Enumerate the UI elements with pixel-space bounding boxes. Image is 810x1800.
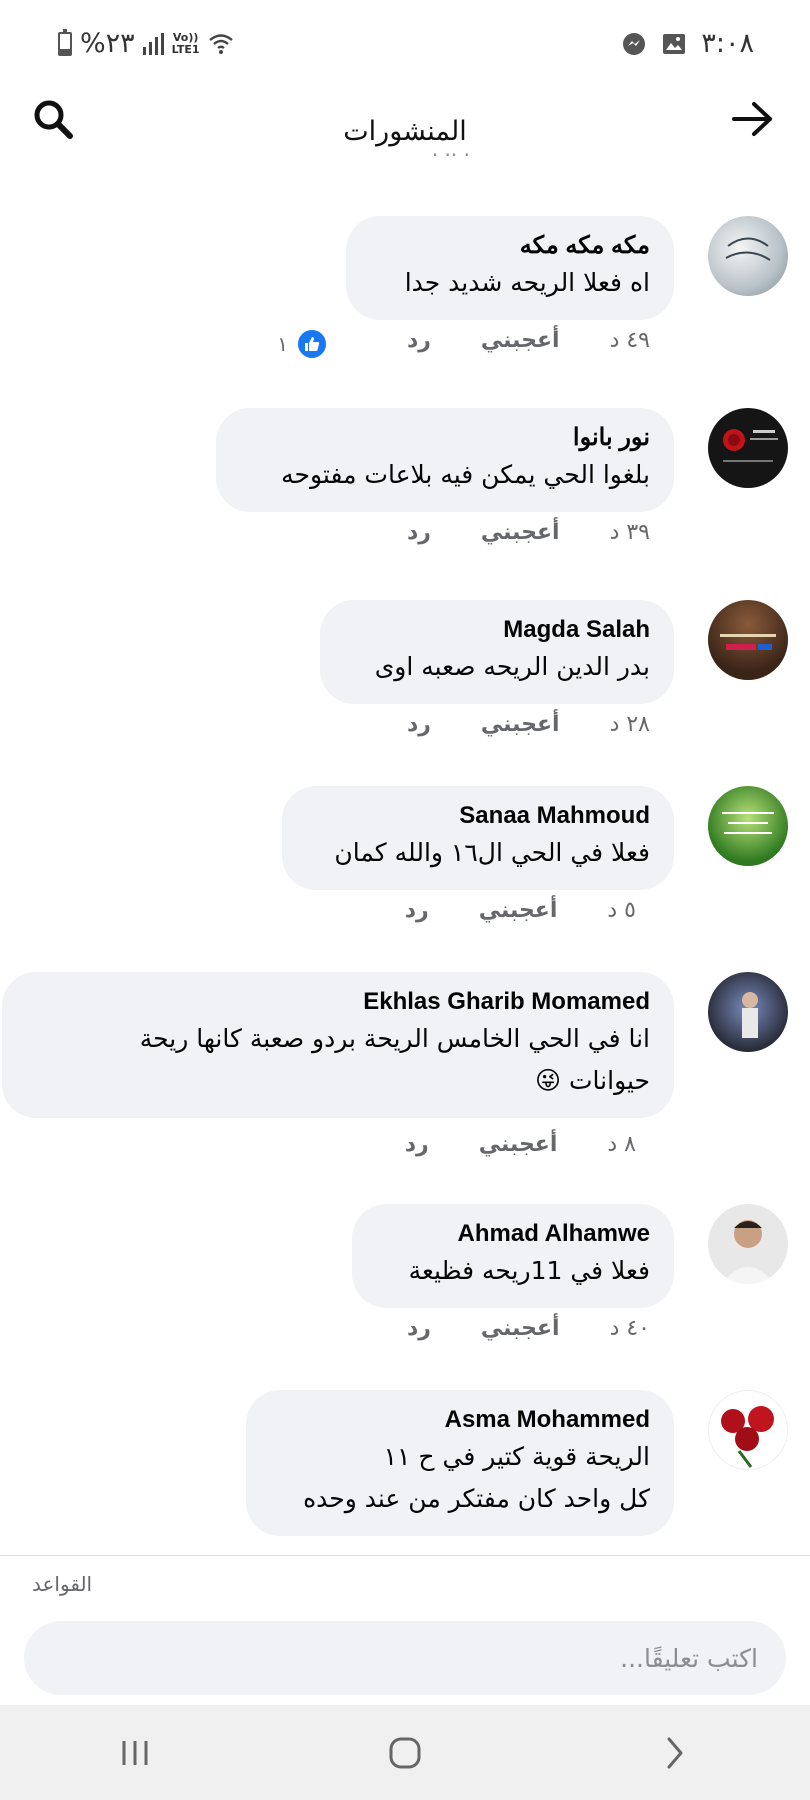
page-title: المنشورات — [343, 115, 467, 147]
comment: مكه مكه مكه اه فعلا الريحه شديد جدا ٤٩ د… — [0, 216, 788, 360]
comment-text: فعلا في الحي ال١٦ والله كمان — [334, 838, 650, 867]
reply-button[interactable]: رد — [407, 712, 431, 737]
comment-actions: ٢٨ د أعجبني رد — [407, 712, 650, 737]
avatar[interactable] — [708, 1204, 788, 1284]
lte-label: LTE1 — [171, 42, 200, 56]
back-chevron-icon[interactable] — [645, 1723, 705, 1783]
comment-bubble[interactable]: مكه مكه مكه اه فعلا الريحه شديد جدا — [346, 216, 674, 320]
comment-author[interactable]: Ahmad Alhamwe — [376, 1218, 650, 1250]
reply-button[interactable]: رد — [407, 520, 431, 545]
comment-author[interactable]: Asma Mohammed — [270, 1404, 650, 1436]
avatar[interactable] — [708, 786, 788, 866]
status-right: ٣:٠٨ — [621, 28, 754, 59]
comment-bubble[interactable]: Sanaa Mahmoud فعلا في الحي ال١٦ والله كم… — [282, 786, 674, 890]
reply-button[interactable]: رد — [407, 328, 431, 353]
volte-label: Vo)) — [172, 30, 199, 44]
comment-time: ٥ د — [607, 898, 636, 923]
arrow-right-icon[interactable] — [730, 96, 776, 142]
comment-actions: ٥ د أعجبني رد — [405, 898, 636, 923]
avatar[interactable] — [708, 600, 788, 680]
comment-bubble[interactable]: Ekhlas Gharib Momamed انا في الحي الخامس… — [2, 972, 674, 1118]
battery-icon — [58, 28, 72, 56]
comment-actions: ٤٩ د أعجبني رد — [407, 328, 650, 353]
recent-apps-icon[interactable] — [105, 1723, 165, 1783]
comment-input[interactable] — [24, 1621, 786, 1695]
comment: Sanaa Mahmoud فعلا في الحي ال١٦ والله كم… — [0, 786, 788, 926]
status-bar: %٢٣ Vo)) LTE1 ٣:٠٨ — [0, 0, 810, 88]
reply-button[interactable]: رد — [405, 898, 429, 923]
comment-time: ٢٨ د — [609, 712, 650, 737]
comment-composer: القواعد — [0, 1555, 810, 1705]
status-left: %٢٣ Vo)) LTE1 — [58, 28, 234, 59]
like-button[interactable]: أعجبني — [479, 1132, 558, 1157]
comment: Asma Mohammed الريحة قوية كتير في ح ١١ ك… — [0, 1390, 788, 1555]
clock: ٣:٠٨ — [701, 28, 754, 59]
comment-actions: ٤٠ د أعجبني رد — [407, 1316, 650, 1341]
avatar[interactable] — [708, 1390, 788, 1470]
thumbs-up-icon — [296, 328, 328, 360]
comment: Magda Salah بدر الدين الريحه صعبه اوى ٢٨… — [0, 600, 788, 740]
comment-bubble[interactable]: Ahmad Alhamwe فعلا في 11ريحه فظيعة — [352, 1204, 674, 1308]
reply-button[interactable]: رد — [405, 1132, 429, 1157]
comment-text: كل واحد كان مفتكر من عند وحده — [303, 1484, 650, 1513]
comment-time: ٨ د — [607, 1132, 636, 1157]
avatar[interactable] — [708, 972, 788, 1052]
comment-text: بلغوا الحي يمكن فيه بلاعات مفتوحه — [281, 460, 650, 489]
signal-icon — [142, 32, 164, 55]
comment-author[interactable]: مكه مكه مكه — [370, 230, 650, 262]
reaction-summary[interactable]: ١ — [277, 328, 328, 360]
wifi-icon — [208, 33, 233, 54]
comment-text: انا في الحي الخامس الريحة بردو صعبة كانه… — [139, 1024, 650, 1053]
comments-list: · ·· · مكه مكه مكه اه فعلا الريحه شديد ج… — [0, 150, 810, 1555]
messenger-icon — [623, 32, 646, 55]
comment-text: اه فعلا الريحه شديد جدا — [404, 268, 650, 297]
comment-author[interactable]: Magda Salah — [344, 614, 650, 646]
comment-text: حيوانات 😜 — [535, 1066, 650, 1095]
comment-author[interactable]: Sanaa Mahmoud — [306, 800, 650, 832]
avatar[interactable] — [708, 216, 788, 296]
rules-link[interactable]: القواعد — [32, 1572, 92, 1596]
gallery-icon — [663, 33, 686, 54]
like-button[interactable]: أعجبني — [481, 328, 560, 353]
like-button[interactable]: أعجبني — [481, 712, 560, 737]
comment-actions: ٨ د أعجبني رد — [405, 1132, 636, 1157]
comment: Ekhlas Gharib Momamed انا في الحي الخامس… — [0, 972, 788, 1162]
home-icon[interactable] — [375, 1723, 435, 1783]
comment-text: الريحة قوية كتير في ح ١١ — [383, 1442, 650, 1471]
comment-bubble[interactable]: Asma Mohammed الريحة قوية كتير في ح ١١ ك… — [246, 1390, 674, 1536]
comment-author[interactable]: Ekhlas Gharib Momamed — [26, 986, 650, 1018]
comment-actions: ٣٩ د أعجبني رد — [407, 520, 650, 545]
comment: Ahmad Alhamwe فعلا في 11ريحه فظيعة ٤٠ د … — [0, 1204, 788, 1344]
like-button[interactable]: أعجبني — [479, 898, 558, 923]
battery-percent: %٢٣ — [80, 28, 135, 59]
comment-time: ٤٠ د — [609, 1316, 650, 1341]
reaction-count: ١ — [277, 332, 288, 356]
network-type: Vo)) LTE1 — [171, 30, 200, 56]
comment-author[interactable]: نور بانوا — [240, 422, 650, 454]
comment: نور بانوا بلغوا الحي يمكن فيه بلاعات مفت… — [0, 408, 788, 548]
like-button[interactable]: أعجبني — [481, 1316, 560, 1341]
comment-bubble[interactable]: نور بانوا بلغوا الحي يمكن فيه بلاعات مفت… — [216, 408, 674, 512]
comment-time: ٤٩ د — [609, 328, 650, 353]
truncated-meta: · ·· · — [431, 150, 470, 167]
system-nav-bar — [0, 1705, 810, 1800]
comment-text: بدر الدين الريحه صعبه اوى — [374, 652, 650, 681]
avatar[interactable] — [708, 408, 788, 488]
comment-bubble[interactable]: Magda Salah بدر الدين الريحه صعبه اوى — [320, 600, 674, 704]
comment-text: فعلا في 11ريحه فظيعة — [408, 1256, 650, 1285]
comment-time: ٣٩ د — [609, 520, 650, 545]
like-button[interactable]: أعجبني — [481, 520, 560, 545]
reply-button[interactable]: رد — [407, 1316, 431, 1341]
search-icon[interactable] — [30, 96, 76, 142]
